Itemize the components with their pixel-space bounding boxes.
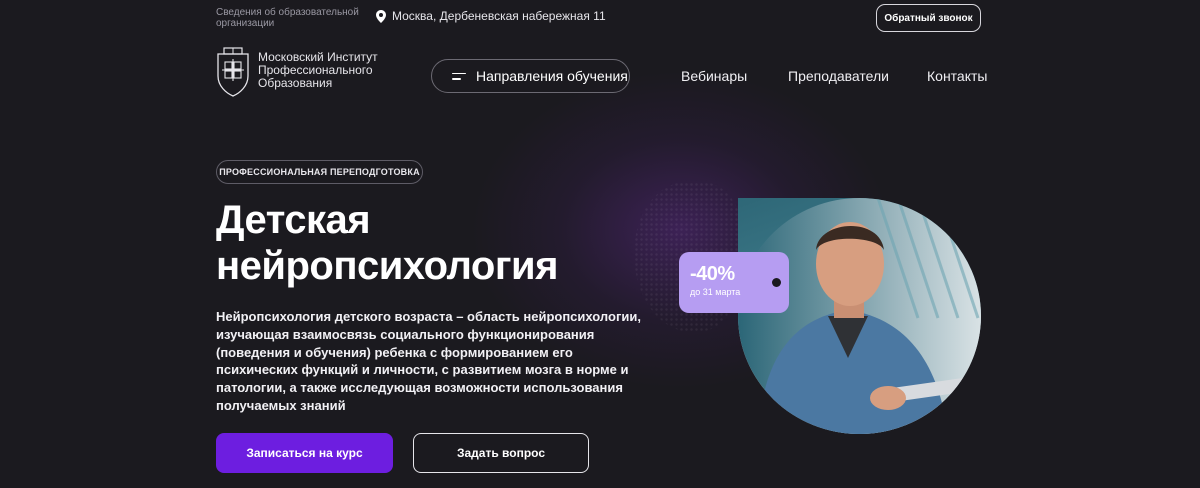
title-line-1: Детская xyxy=(216,198,371,242)
map-pin-icon xyxy=(376,9,386,23)
logo-line-3: Образования xyxy=(258,76,333,90)
nav-link-webinars[interactable]: Вебинары xyxy=(681,68,747,84)
address: Москва, Дербеневская набережная 11 xyxy=(376,9,606,23)
page-title: Детская нейропсихология xyxy=(216,197,636,289)
nav-link-contacts[interactable]: Контакты xyxy=(927,68,987,84)
person-illustration xyxy=(738,198,981,434)
discount-badge: -40% до 31 марта xyxy=(679,252,789,313)
course-description: Нейропсихология детского возраста – обла… xyxy=(216,309,641,413)
logo-text: Московский Институт Профессионального Об… xyxy=(258,51,378,90)
directions-menu-button[interactable]: Направления обучения xyxy=(431,59,630,93)
title-line-2: нейропсихология xyxy=(216,244,558,288)
address-text: Москва, Дербеневская набережная 11 xyxy=(392,9,606,23)
discount-deadline: до 31 марта xyxy=(690,287,741,297)
org-info-link[interactable]: Сведения об образовательной организации xyxy=(216,7,366,29)
menu-icon xyxy=(452,72,466,80)
teacher-photo xyxy=(738,198,981,434)
directions-menu-label: Направления обучения xyxy=(476,68,628,84)
program-type-badge: ПРОФЕССИОНАЛЬНАЯ ПЕРЕПОДГОТОВКА xyxy=(216,160,423,184)
discount-value: -40% xyxy=(690,263,735,285)
enroll-button[interactable]: Записаться на курс xyxy=(216,433,393,473)
nav-link-teachers[interactable]: Преподаватели xyxy=(788,68,889,84)
discount-tag-hole xyxy=(772,278,781,287)
logo-emblem-icon xyxy=(217,47,249,97)
logo[interactable]: Московский Институт Профессионального Об… xyxy=(216,46,378,98)
callback-button[interactable]: Обратный звонок xyxy=(876,4,981,32)
ask-question-button[interactable]: Задать вопрос xyxy=(413,433,589,473)
